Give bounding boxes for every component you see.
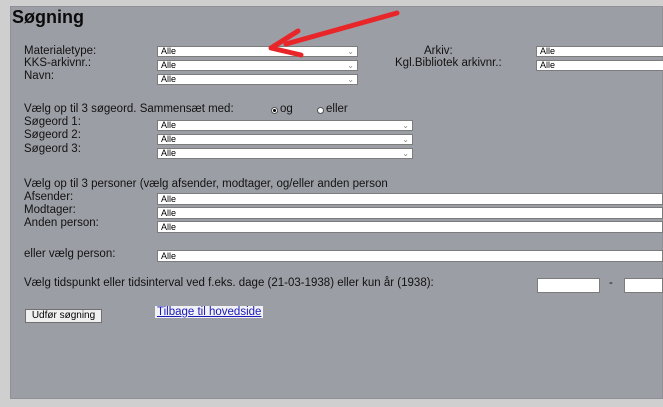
search-word-3-value: Alle [161, 148, 177, 158]
anden-person-field[interactable]: Alle [157, 221, 663, 233]
afsender-label: Afsender: [24, 191, 74, 203]
search-word-1-label: Søgeord 1: [24, 116, 81, 128]
date-from-field[interactable] [537, 278, 600, 293]
chevron-down-icon: ⌄ [347, 47, 354, 56]
navn-select[interactable]: Alle ⌄ [157, 74, 358, 85]
back-to-main-link[interactable]: Tilbage til hovedside [155, 306, 264, 318]
radio-og[interactable] [271, 107, 278, 114]
arkiv-label: Arkiv: [424, 45, 453, 57]
date-separator: - [609, 277, 613, 289]
materialetype-label: Materialetype: [24, 45, 97, 57]
afsender-field[interactable]: Alle [157, 193, 663, 205]
modtager-field[interactable]: Alle [157, 207, 663, 219]
person-choice-label: eller vælg person: [24, 248, 116, 260]
submit-search-button[interactable]: Udfør søgning [25, 309, 102, 323]
search-panel: Søgning Materialetype: Alle ⌄ KKS-arkivn… [10, 6, 663, 399]
person-choice-field[interactable]: Alle [157, 250, 663, 262]
modtager-label: Modtager: [24, 204, 76, 216]
chevron-down-icon: ⌄ [347, 61, 354, 70]
date-to-field[interactable] [624, 278, 663, 293]
chevron-down-icon: ⌄ [402, 121, 409, 130]
search-word-3-select[interactable]: Alle ⌄ [157, 148, 413, 159]
anden-person-label: Anden person: [24, 217, 99, 229]
chevron-down-icon: ⌄ [402, 135, 409, 144]
kgl-select[interactable]: Alle [536, 60, 663, 71]
radio-eller-label: eller [326, 103, 348, 115]
arkiv-value: Alle [540, 46, 556, 56]
kks-label: KKS-arkivnr.: [24, 57, 92, 69]
search-word-1-select[interactable]: Alle ⌄ [157, 120, 413, 131]
kgl-label: Kgl.Bibliotek arkivnr.: [395, 57, 502, 69]
materialetype-value: Alle [161, 46, 177, 56]
search-word-1-value: Alle [161, 120, 177, 130]
chevron-down-icon: ⌄ [402, 149, 409, 158]
kgl-value: Alle [540, 60, 556, 70]
radio-og-label: og [280, 103, 293, 115]
kks-value: Alle [161, 60, 177, 70]
radio-eller[interactable] [317, 107, 324, 114]
search-word-2-select[interactable]: Alle ⌄ [157, 134, 413, 145]
persons-heading: Vælg op til 3 personer (vælg afsender, m… [24, 178, 388, 190]
kks-select[interactable]: Alle ⌄ [157, 60, 358, 71]
materialetype-select[interactable]: Alle ⌄ [157, 46, 358, 57]
date-label: Vælg tidspunkt eller tidsinterval ved f.… [24, 277, 434, 289]
page-title: Søgning [12, 7, 84, 27]
search-words-heading: Vælg op til 3 søgeord. Sammensæt med: [24, 103, 234, 115]
navn-label: Navn: [24, 70, 55, 82]
search-word-2-label: Søgeord 2: [24, 129, 81, 141]
navn-value: Alle [161, 74, 177, 84]
search-word-3-label: Søgeord 3: [24, 143, 81, 155]
chevron-down-icon: ⌄ [347, 75, 354, 84]
arkiv-select[interactable]: Alle [536, 46, 663, 57]
search-word-2-value: Alle [161, 134, 177, 144]
